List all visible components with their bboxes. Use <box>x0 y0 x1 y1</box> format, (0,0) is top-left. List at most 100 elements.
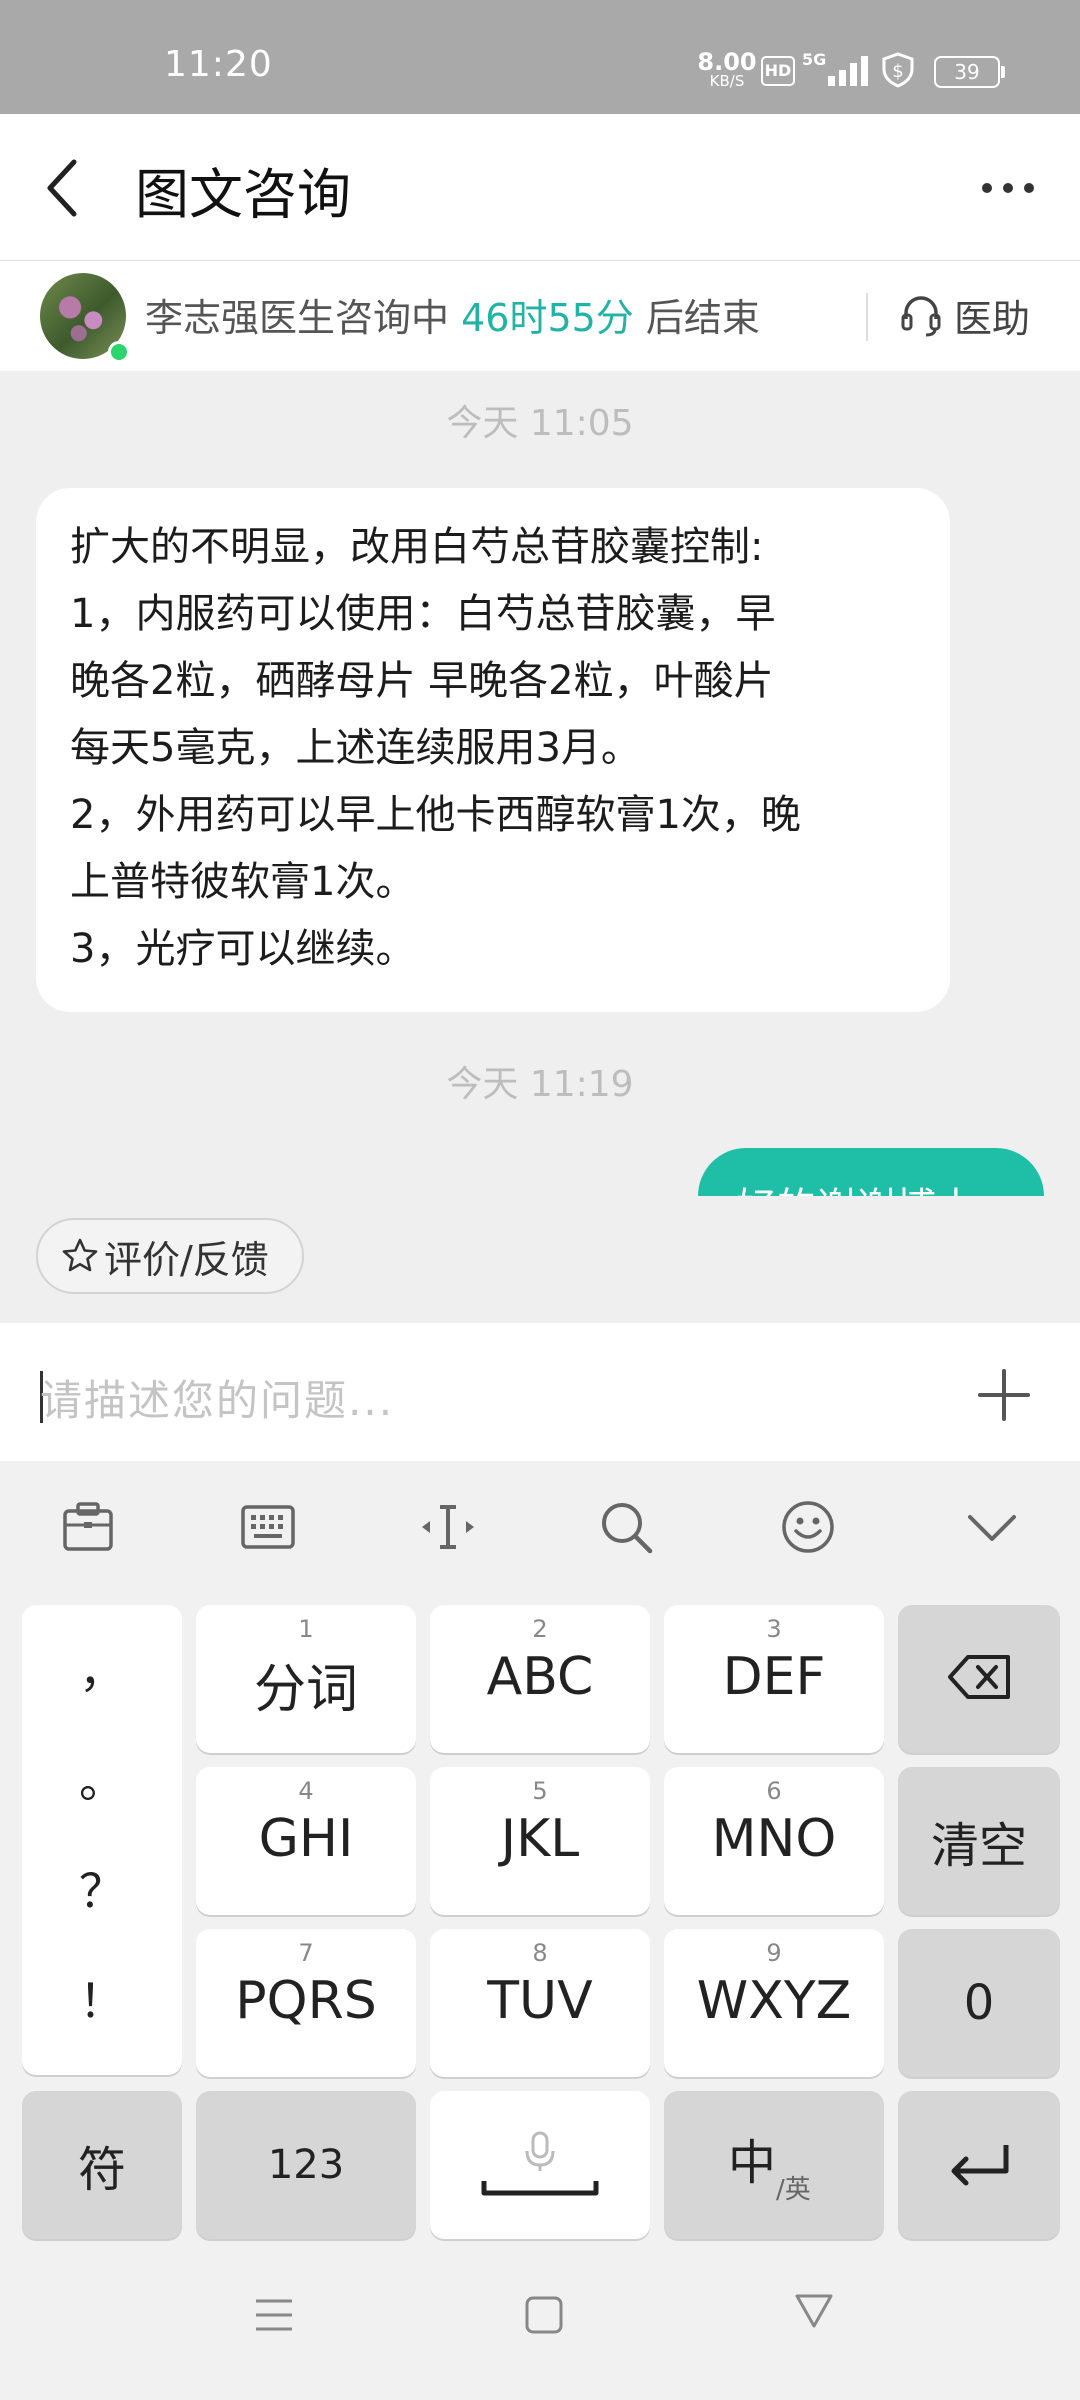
backspace-key[interactable] <box>898 1605 1060 1753</box>
feedback-label: 评价/反馈 <box>104 1237 269 1282</box>
back-arrow-icon[interactable] <box>40 154 90 226</box>
punctuation-comma[interactable]: ， <box>22 1635 182 1701</box>
shield-icon: $ <box>880 52 916 92</box>
key-6[interactable]: 6 MNO <box>664 1767 884 1915</box>
star-icon <box>62 1238 98 1272</box>
status-bar: 11:20 8.00 KB/S HD 5G $ 39 <box>0 0 1080 114</box>
keyboard: ， 。 ？ ！ 1 分词 2 ABC 3 DEF 4 GHI 5 JKL 6 MNO 清空 … <box>0 1597 1080 2247</box>
user-message-clip: 好的谢谢博士 <box>698 1148 1044 1196</box>
symbol-key[interactable]: 符 <box>22 2091 182 2239</box>
symbol-label: 符 <box>77 2142 126 2198</box>
system-nav-bar <box>0 2247 1080 2400</box>
key-number: 7 <box>298 1939 314 1967</box>
punctuation-question[interactable]: ？ <box>22 1855 182 1921</box>
punctuation-exclamation[interactable]: ！ <box>22 1965 182 2031</box>
key-1[interactable]: 1 分词 <box>196 1605 416 1753</box>
message-line: 上普特彼软膏1次。 <box>70 859 416 905</box>
home-icon[interactable] <box>524 2295 564 2339</box>
emoji-icon[interactable] <box>780 1499 836 1559</box>
key-number: 8 <box>532 1939 548 1967</box>
key-label: PQRS <box>235 1971 377 2031</box>
message-line: 2，外用药可以早上他卡西醇软膏1次，晚 <box>70 792 801 838</box>
key-label: WXYZ <box>696 1971 852 2031</box>
svg-text:$: $ <box>892 61 903 82</box>
key-9[interactable]: 9 WXYZ <box>664 1929 884 2077</box>
collapse-keyboard-icon[interactable] <box>964 1499 1020 1559</box>
menu-icon[interactable] <box>254 2295 294 2339</box>
language-switch-key[interactable]: 中 /英 <box>664 2091 884 2239</box>
net-speed-value: 8.00 <box>697 48 757 76</box>
key-label: MNO <box>711 1809 837 1869</box>
signal-icon <box>826 56 872 90</box>
message-line: 扩大的不明显，改用白芍总苷胶囊控制: <box>70 524 764 570</box>
key-number: 9 <box>766 1939 782 1967</box>
user-message-bubble: 好的谢谢博士 <box>698 1148 1044 1196</box>
plus-icon[interactable] <box>976 1367 1032 1427</box>
keyboard-toolbar <box>0 1461 1080 1597</box>
zero-label: 0 <box>963 1975 995 2031</box>
key-label: 分词 <box>253 1660 358 1720</box>
microphone-space-icon <box>481 2131 599 2196</box>
language-sub-label: /英 <box>776 2175 811 2205</box>
feedback-button[interactable]: 评价/反馈 <box>36 1218 304 1294</box>
key-4[interactable]: 4 GHI <box>196 1767 416 1915</box>
backspace-icon <box>948 1655 1010 1699</box>
key-2[interactable]: 2 ABC <box>430 1605 650 1753</box>
back-triangle-icon[interactable] <box>794 2291 834 2335</box>
search-icon[interactable] <box>598 1499 654 1559</box>
consultation-status-suffix: 后结束 <box>633 296 760 340</box>
clear-label: 清空 <box>930 1818 1027 1874</box>
message-line: 晚各2粒，硒酵母片 早晚各2粒，叶酸片 <box>70 658 774 704</box>
key-0[interactable]: 0 <box>898 1929 1060 2077</box>
page-title: 图文咨询 <box>135 163 351 226</box>
number-mode-label: 123 <box>267 2142 345 2188</box>
status-time: 11:20 <box>164 44 273 85</box>
key-8[interactable]: 8 TUV <box>430 1929 650 2077</box>
net-speed: 8.00 KB/S <box>697 50 757 89</box>
timestamp: 今天 11:19 <box>446 1064 634 1105</box>
headset-icon <box>901 296 941 337</box>
key-number: 4 <box>298 1777 314 1805</box>
app-header: 图文咨询 <box>0 114 1080 261</box>
input-bar: 请描述您的问题... <box>0 1323 1080 1461</box>
network-type: 5G <box>802 50 827 69</box>
doctor-status-bar: 李志强医生咨询中 46时55分 后结束 医助 <box>0 261 1080 371</box>
assistant-label: 医助 <box>954 296 1031 341</box>
key-label: DEF <box>722 1647 826 1707</box>
number-mode-key[interactable]: 123 <box>196 2091 416 2239</box>
key-label: GHI <box>258 1809 354 1869</box>
key-5[interactable]: 5 JKL <box>430 1767 650 1915</box>
hd-icon: HD <box>761 56 795 86</box>
key-3[interactable]: 3 DEF <box>664 1605 884 1753</box>
divider <box>866 293 868 341</box>
message-line: 3，光疗可以继续。 <box>70 926 416 972</box>
text-cursor-icon[interactable] <box>418 1499 478 1559</box>
key-number: 1 <box>298 1615 314 1643</box>
key-label: ABC <box>486 1647 594 1707</box>
key-number: 3 <box>766 1615 782 1643</box>
language-main-label: 中 <box>728 2135 777 2191</box>
enter-key[interactable] <box>898 2091 1060 2239</box>
space-key[interactable] <box>430 2091 650 2239</box>
net-speed-unit: KB/S <box>709 72 745 90</box>
keyboard-icon[interactable] <box>240 1499 296 1559</box>
key-number: 2 <box>532 1615 548 1643</box>
key-label: TUV <box>487 1971 593 2031</box>
consultation-status-prefix: 李志强医生咨询中 <box>145 296 462 340</box>
clear-key[interactable]: 清空 <box>898 1767 1060 1915</box>
punctuation-key[interactable]: ， 。 ？ ！ <box>22 1605 182 2075</box>
enter-icon <box>951 2145 1009 2186</box>
battery-icon: 39 <box>934 56 1005 88</box>
key-number: 6 <box>766 1777 782 1805</box>
more-options-icon[interactable] <box>980 180 1036 199</box>
message-input[interactable]: 请描述您的问题... <box>40 1367 394 1428</box>
clipboard-icon[interactable] <box>60 1499 116 1559</box>
consultation-status: 李志强医生咨询中 46时55分 后结束 <box>145 287 760 342</box>
consultation-timer: 46时55分 <box>461 296 634 340</box>
punctuation-period[interactable]: 。 <box>22 1745 182 1811</box>
key-label: JKL <box>500 1809 580 1869</box>
timestamp: 今天 11:05 <box>446 403 634 444</box>
key-7[interactable]: 7 PQRS <box>196 1929 416 2077</box>
online-indicator <box>108 341 130 363</box>
assistant-button[interactable]: 医助 <box>900 283 1030 347</box>
